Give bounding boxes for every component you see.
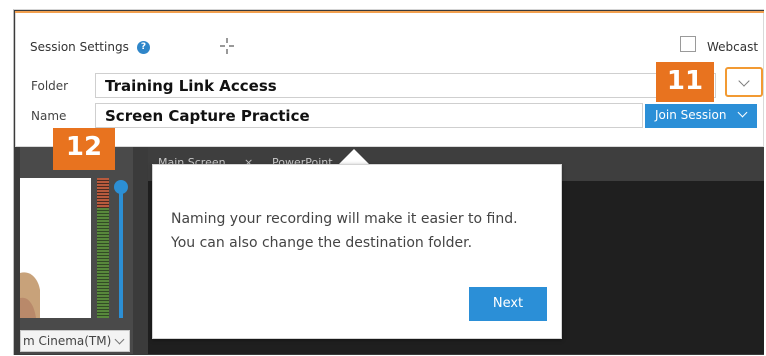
person-preview-image [20, 272, 40, 318]
video-source-value: m Cinema(TM) [23, 334, 112, 348]
chevron-down-icon [114, 334, 125, 345]
video-source-select[interactable]: m Cinema(TM) [20, 330, 130, 352]
folder-label: Folder [31, 79, 69, 93]
popup-pointer [338, 149, 370, 165]
next-button[interactable]: Next [469, 287, 547, 321]
name-value: Screen Capture Practice [105, 107, 310, 125]
chevron-down-icon[interactable] [737, 107, 748, 118]
folder-value: Training Link Access [105, 77, 277, 95]
volume-slider-track[interactable] [119, 190, 123, 318]
step-badge-12: 12 [53, 128, 115, 170]
popup-message-line1: Naming your recording will make it easie… [171, 211, 518, 227]
step-badge-11: 11 [656, 62, 714, 102]
audio-level-peak [97, 178, 109, 208]
help-icon[interactable]: ? [137, 41, 150, 54]
webcast-checkbox[interactable] [680, 36, 696, 52]
webcast-label: Webcast [707, 40, 759, 54]
popup-message-line2: You can also change the destination fold… [171, 235, 473, 251]
join-session-label: Join Session [655, 108, 727, 122]
folder-field[interactable]: Training Link Access [95, 73, 716, 98]
join-session-button[interactable]: Join Session [645, 104, 757, 128]
volume-slider-handle[interactable] [114, 180, 128, 194]
crosshair-cursor-icon [220, 38, 234, 54]
name-field[interactable]: Screen Capture Practice [95, 103, 643, 128]
session-settings-title: Session Settings [30, 40, 129, 54]
camera-preview [20, 178, 91, 318]
name-label: Name [31, 109, 67, 123]
panel-accent-line [15, 11, 764, 13]
folder-dropdown-button[interactable] [725, 67, 763, 97]
